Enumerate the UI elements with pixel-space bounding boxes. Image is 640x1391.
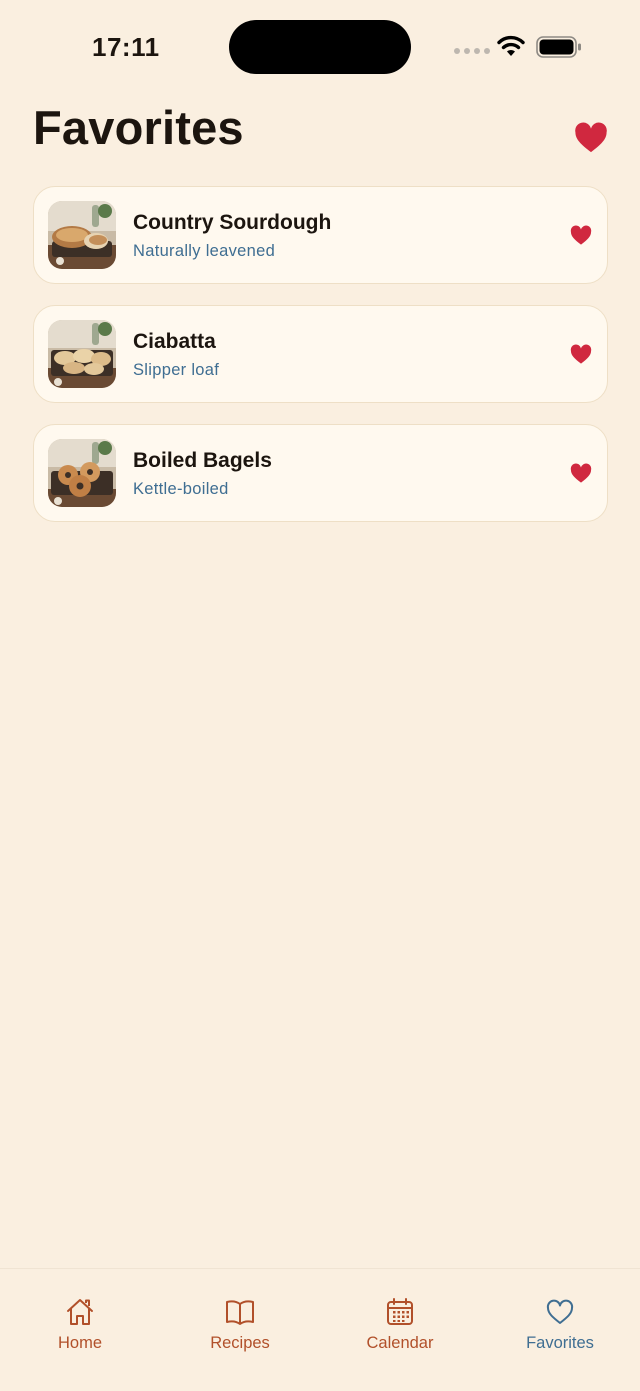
status-bar: 17:11 <box>0 0 640 96</box>
tab-favorites[interactable]: Favorites <box>480 1269 640 1391</box>
tab-label: Calendar <box>366 1334 434 1352</box>
recipe-thumbnail <box>48 201 116 269</box>
heart-icon[interactable] <box>570 344 592 365</box>
tab-label: Recipes <box>210 1334 270 1352</box>
status-time: 17:11 <box>92 32 160 62</box>
recipe-title: Boiled Bagels <box>133 449 272 472</box>
favorites-list: Country Sourdough Naturally leavened Cia… <box>33 186 608 543</box>
recipe-subtitle: Kettle-boiled <box>133 480 229 498</box>
favorite-card-country-sourdough[interactable]: Country Sourdough Naturally leavened <box>33 186 608 284</box>
tab-label: Favorites <box>526 1334 594 1352</box>
tab-label: Home <box>57 1334 102 1352</box>
battery-icon <box>536 36 581 58</box>
tab-bar: Home Recipes Calendar Favorites <box>0 1268 640 1391</box>
recipe-thumbnail <box>48 439 116 507</box>
favorite-card-ciabatta[interactable]: Ciabatta Slipper loaf <box>33 305 608 403</box>
favorite-card-boiled-bagels[interactable]: Boiled Bagels Kettle-boiled <box>33 424 608 522</box>
heart-icon[interactable] <box>570 463 592 484</box>
tab-home[interactable]: Home <box>0 1269 160 1391</box>
recipe-subtitle: Slipper loaf <box>133 361 220 379</box>
recipe-title: Country Sourdough <box>133 211 332 234</box>
heart-icon[interactable] <box>570 225 592 246</box>
recipe-title: Ciabatta <box>133 330 216 353</box>
recipe-subtitle: Naturally leavened <box>133 242 276 260</box>
heart-outline-icon <box>546 1299 574 1324</box>
book-icon <box>226 1300 254 1325</box>
wifi-icon <box>497 35 525 56</box>
tab-calendar[interactable]: Calendar <box>320 1269 480 1391</box>
page-title: Favorites <box>33 101 244 154</box>
cellular-signal-icon <box>454 48 490 54</box>
heart-icon[interactable] <box>574 122 608 154</box>
home-icon <box>67 1299 93 1325</box>
recipe-thumbnail <box>48 320 116 388</box>
favorites-screen: 17:11 Favorites Country Sourdough Natura… <box>0 0 640 1391</box>
tab-recipes[interactable]: Recipes <box>160 1269 320 1391</box>
dynamic-island <box>229 20 411 74</box>
calendar-icon <box>387 1298 413 1325</box>
